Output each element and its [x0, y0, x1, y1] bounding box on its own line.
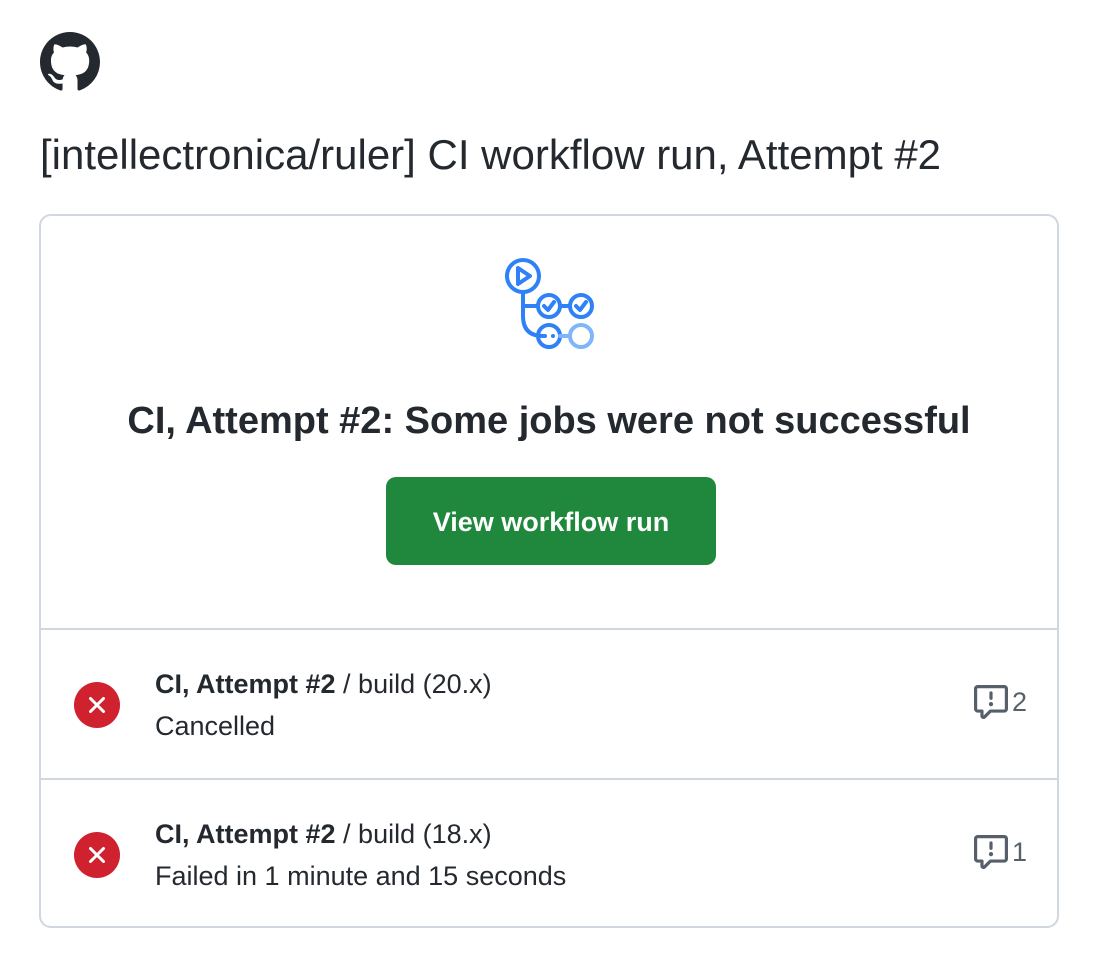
x-circle-fill-icon	[74, 832, 120, 878]
report-icon	[973, 835, 1008, 869]
x-circle-fill-icon	[74, 682, 120, 728]
job-separator: /	[335, 819, 359, 849]
workflow-name: CI, Attempt #2	[155, 819, 336, 849]
job-row-build-18x[interactable]: CI, Attempt #2 / build (18.x) Failed in …	[41, 780, 1057, 930]
report-icon	[973, 685, 1008, 719]
view-workflow-run-button[interactable]: View workflow run	[386, 477, 716, 565]
email-heading: [intellectronica/ruler] CI workflow run,…	[40, 131, 942, 178]
annotation-count-badge[interactable]: 2	[973, 682, 1027, 722]
workflow-card: CI, Attempt #2: Some jobs were not succe…	[39, 214, 1059, 928]
annotation-count: 2	[1011, 687, 1027, 717]
job-name: build (18.x)	[358, 819, 492, 849]
job-separator: /	[335, 669, 359, 699]
job-title: CI, Attempt #2 / build (18.x)	[155, 816, 492, 852]
workflow-summary-section: CI, Attempt #2: Some jobs were not succe…	[41, 216, 1057, 630]
job-status-text: Cancelled	[155, 711, 276, 741]
job-row-build-20x[interactable]: CI, Attempt #2 / build (20.x) Cancelled …	[41, 630, 1057, 780]
workflow-summary-title: CI, Attempt #2: Some jobs were not succe…	[127, 400, 971, 442]
job-status-text: Failed in 1 minute and 15 seconds	[155, 861, 567, 891]
email-page: [intellectronica/ruler] CI workflow run,…	[0, 0, 1120, 968]
job-name: build (20.x)	[358, 669, 492, 699]
github-logo-icon	[40, 32, 100, 91]
github-actions-workflow-icon	[505, 258, 594, 349]
workflow-name: CI, Attempt #2	[155, 669, 336, 699]
job-title: CI, Attempt #2 / build (20.x)	[155, 666, 492, 702]
annotation-count: 1	[1011, 837, 1027, 867]
annotation-count-badge[interactable]: 1	[973, 832, 1027, 872]
